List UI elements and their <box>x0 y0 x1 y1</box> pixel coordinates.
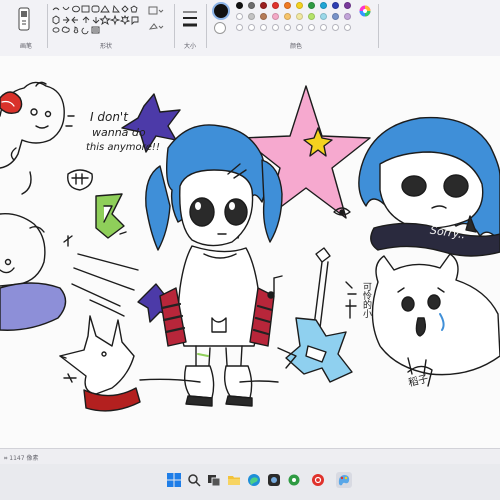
app-icon[interactable] <box>266 472 282 488</box>
palette-color-swatch[interactable] <box>344 13 351 20</box>
palette-color-swatch[interactable] <box>260 2 267 9</box>
palette-color-swatch[interactable] <box>284 13 291 20</box>
palette-color-swatch[interactable] <box>260 24 267 31</box>
outline-dropdown[interactable] <box>148 6 164 16</box>
palette-color-swatch[interactable] <box>344 24 351 31</box>
palette-color-swatch[interactable] <box>320 13 327 20</box>
palette-color-swatch[interactable] <box>236 13 243 20</box>
windows-taskbar <box>0 464 500 500</box>
electric-guitar-doodle <box>277 247 353 383</box>
girl-head-doodle <box>358 116 500 243</box>
brush-tool-button[interactable] <box>16 6 32 32</box>
doodle-drawing <box>0 81 500 412</box>
paint-ribbon: 画笔 形状 大小 颜色 <box>0 0 500 57</box>
paint-icon[interactable] <box>336 472 352 488</box>
palette-color-swatch[interactable] <box>332 13 339 20</box>
file-explorer-icon[interactable] <box>226 472 242 488</box>
search-icon[interactable] <box>186 472 202 488</box>
palette-color-swatch[interactable] <box>332 2 339 9</box>
palette-color-swatch[interactable] <box>236 24 243 31</box>
ribbon-divider <box>378 4 379 48</box>
lying-creature-doodle <box>0 213 46 287</box>
ribbon-divider <box>174 4 175 48</box>
ribbon-divider <box>206 4 207 48</box>
palette-color-swatch[interactable] <box>248 13 255 20</box>
shapes-gallery <box>50 4 142 38</box>
fill-icon <box>148 23 164 30</box>
task-view-icon[interactable] <box>206 472 222 488</box>
image-group-label: 画笔 <box>19 43 33 50</box>
palette-color-swatch[interactable] <box>248 24 255 31</box>
shape-icons[interactable] <box>50 4 142 38</box>
palette-color-swatch[interactable] <box>260 13 267 20</box>
speech-line-1: I don't <box>90 110 128 124</box>
color-wheel-icon <box>359 5 371 17</box>
palette-color-swatch[interactable] <box>284 24 291 31</box>
edit-colors-button[interactable] <box>358 4 372 18</box>
netease-music-icon[interactable] <box>310 472 326 488</box>
round-creature-doodle <box>371 253 500 376</box>
windows-start-icon[interactable] <box>166 472 182 488</box>
palette-color-swatch[interactable] <box>284 2 291 9</box>
palette-color-swatch[interactable] <box>236 2 243 9</box>
chinese-note: 可怜的小 <box>361 282 371 318</box>
line-width-icon <box>183 11 197 27</box>
color-2-swatch[interactable] <box>214 22 226 34</box>
palette-color-swatch[interactable] <box>272 13 279 20</box>
palette-color-swatch[interactable] <box>248 2 255 9</box>
brush-icon <box>18 7 30 31</box>
color-1-swatch[interactable] <box>212 2 230 20</box>
ribbon-divider <box>47 4 48 48</box>
size-button[interactable] <box>180 6 200 34</box>
palette-color-swatch[interactable] <box>308 2 315 9</box>
paint-canvas[interactable]: I don't wanna do this anymore!! Sorry.. … <box>0 56 500 448</box>
speech-line-3: this anymore!! <box>86 142 160 153</box>
color-palette <box>236 2 356 36</box>
shapes-group-label: 形状 <box>99 43 113 50</box>
palette-color-swatch[interactable] <box>308 13 315 20</box>
palette-color-swatch[interactable] <box>308 24 315 31</box>
palette-color-swatch[interactable] <box>344 2 351 9</box>
dog-with-scarf-doodle <box>59 315 135 395</box>
settings-icon[interactable] <box>286 472 302 488</box>
palette-color-swatch[interactable] <box>320 2 327 9</box>
palette-color-swatch[interactable] <box>272 2 279 9</box>
palette-color-swatch[interactable] <box>296 2 303 9</box>
palette-color-swatch[interactable] <box>332 24 339 31</box>
palette-color-swatch[interactable] <box>296 24 303 31</box>
status-bar: ⌗ 1147 像素 <box>0 448 500 465</box>
palette-color-swatch[interactable] <box>272 24 279 31</box>
blue-haired-girl-doodle <box>145 124 283 407</box>
fill-dropdown[interactable] <box>148 22 164 32</box>
size-group-label: 大小 <box>183 43 197 50</box>
canvas-size-readout: ⌗ 1147 像素 <box>4 455 39 462</box>
palette-color-swatch[interactable] <box>320 24 327 31</box>
colors-group-label: 颜色 <box>289 43 303 50</box>
edge-browser-icon[interactable] <box>246 472 262 488</box>
speech-line-2: wanna do <box>92 126 146 139</box>
outline-icon <box>148 6 164 15</box>
palette-color-swatch[interactable] <box>296 13 303 20</box>
